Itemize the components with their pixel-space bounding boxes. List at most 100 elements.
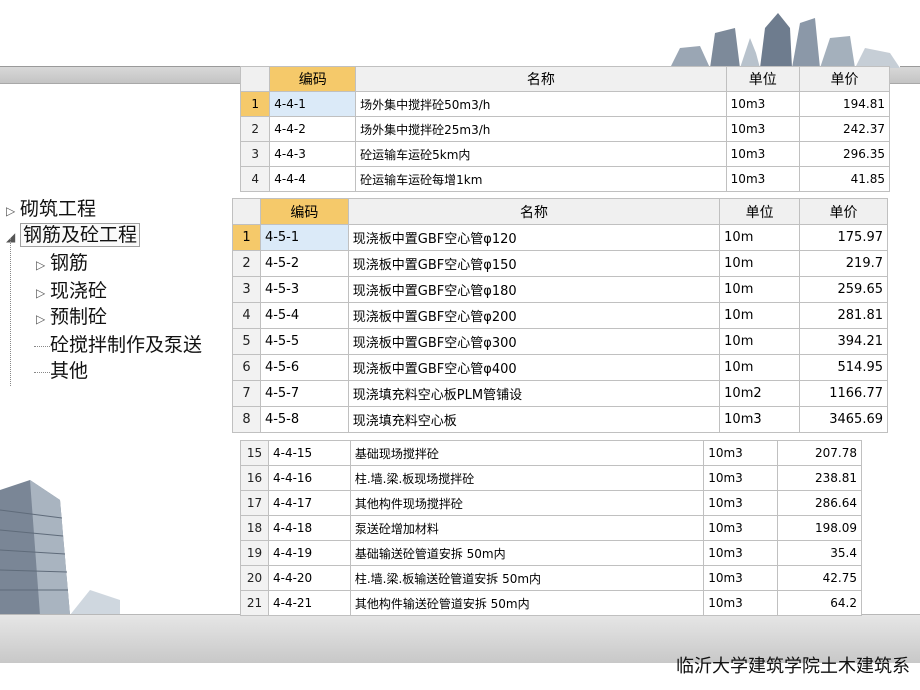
- cell-code[interactable]: 4-4-16: [267, 465, 351, 491]
- table-row[interactable]: 2 4-5-2 现浇板中置GBF空心管φ150 10m 219.7: [232, 250, 888, 277]
- table-row[interactable]: 16 4-4-16 柱.墙.梁.板现场搅拌砼 10m3 238.81: [240, 465, 862, 491]
- cell-code[interactable]: 4-5-4: [259, 302, 349, 329]
- cell-unit[interactable]: 10m3: [703, 465, 779, 491]
- table-row[interactable]: 7 4-5-7 现浇填充料空心板PLM管铺设 10m2 1166.77: [232, 380, 888, 407]
- cell-name[interactable]: 砼运输车运砼每增1km: [355, 166, 727, 192]
- table-row[interactable]: 3 4-5-3 现浇板中置GBF空心管φ180 10m 259.65: [232, 276, 888, 303]
- column-header-price[interactable]: 单价: [799, 198, 888, 225]
- cell-code[interactable]: 4-4-19: [267, 540, 351, 566]
- table-row[interactable]: 6 4-5-6 现浇板中置GBF空心管φ400 10m 514.95: [232, 354, 888, 381]
- cell-code[interactable]: 4-4-20: [267, 565, 351, 591]
- cell-price[interactable]: 394.21: [799, 328, 888, 355]
- table-row[interactable]: 4 4-4-4 砼运输车运砼每增1km 10m3 41.85: [239, 166, 891, 192]
- cell-code[interactable]: 4-4-1: [269, 91, 357, 117]
- cell-unit[interactable]: 10m: [719, 328, 801, 355]
- column-header-code[interactable]: 编码: [259, 198, 349, 225]
- cell-price[interactable]: 41.85: [798, 166, 891, 192]
- expand-triangle-icon[interactable]: ▷: [6, 198, 20, 224]
- cell-price[interactable]: 42.75: [777, 565, 862, 591]
- cell-code[interactable]: 4-4-4: [269, 166, 357, 192]
- cell-unit[interactable]: 10m: [719, 302, 801, 329]
- tree-item-other[interactable]: 其他: [50, 358, 88, 384]
- cell-code[interactable]: 4-5-7: [259, 380, 349, 407]
- cell-price[interactable]: 242.37: [798, 116, 891, 142]
- table-row[interactable]: 4 4-5-4 现浇板中置GBF空心管φ200 10m 281.81: [232, 302, 888, 329]
- cell-price[interactable]: 259.65: [799, 276, 888, 303]
- tree-item-rebar[interactable]: ▷ 钢筋: [36, 250, 88, 278]
- expand-triangle-icon[interactable]: ▷: [36, 280, 50, 306]
- table-row[interactable]: 19 4-4-19 基础输送砼管道安拆 50m内 10m3 35.4: [240, 540, 862, 566]
- cell-name[interactable]: 现浇板中置GBF空心管φ200: [347, 302, 721, 329]
- expand-triangle-icon[interactable]: ▷: [36, 252, 50, 278]
- table-row[interactable]: 5 4-5-5 现浇板中置GBF空心管φ300 10m 394.21: [232, 328, 888, 355]
- cell-price[interactable]: 514.95: [799, 354, 888, 381]
- cell-code[interactable]: 4-4-18: [267, 515, 351, 541]
- cell-price[interactable]: 281.81: [799, 302, 888, 329]
- collapse-triangle-icon[interactable]: ◢: [6, 224, 20, 250]
- cell-unit[interactable]: 10m3: [703, 540, 779, 566]
- cell-code[interactable]: 4-4-21: [267, 590, 351, 616]
- table-row[interactable]: 17 4-4-17 其他构件现场搅拌砼 10m3 286.64: [240, 490, 862, 516]
- cell-name[interactable]: 现浇板中置GBF空心管φ400: [347, 354, 721, 381]
- cell-code[interactable]: 4-5-5: [259, 328, 349, 355]
- cell-unit[interactable]: 10m: [719, 276, 801, 303]
- cell-unit[interactable]: 10m3: [725, 166, 800, 192]
- cell-unit[interactable]: 10m3: [725, 116, 800, 142]
- tree-item-cast-in-place[interactable]: ▷ 现浇砼: [36, 278, 107, 306]
- table-row[interactable]: 18 4-4-18 泵送砼增加材料 10m3 198.09: [240, 515, 862, 541]
- cell-unit[interactable]: 10m3: [703, 440, 779, 466]
- column-header-unit[interactable]: 单位: [725, 66, 800, 92]
- cell-code[interactable]: 4-4-15: [267, 440, 351, 466]
- expand-triangle-icon[interactable]: ▷: [36, 306, 50, 332]
- table-row[interactable]: 15 4-4-15 基础现场搅拌砼 10m3 207.78: [240, 440, 862, 466]
- cell-unit[interactable]: 10m3: [725, 91, 800, 117]
- cell-price[interactable]: 219.7: [799, 250, 888, 277]
- cell-price[interactable]: 207.78: [777, 440, 862, 466]
- cell-name[interactable]: 场外集中搅拌砼50m3/h: [355, 91, 727, 117]
- cell-unit[interactable]: 10m: [719, 354, 801, 381]
- cell-unit[interactable]: 10m3: [725, 141, 800, 167]
- cell-unit[interactable]: 10m3: [703, 515, 779, 541]
- cell-name[interactable]: 现浇板中置GBF空心管φ150: [347, 250, 721, 277]
- tree-item-rebar-concrete[interactable]: ◢ 钢筋及砼工程: [6, 222, 141, 250]
- table-row[interactable]: 3 4-4-3 砼运输车运砼5km内 10m3 296.35: [239, 141, 891, 167]
- table-row[interactable]: 1 4-5-1 现浇板中置GBF空心管φ120 10m 175.97: [232, 224, 888, 251]
- cell-unit[interactable]: 10m3: [719, 406, 801, 433]
- cell-price[interactable]: 35.4: [777, 540, 862, 566]
- cell-name[interactable]: 其他构件输送砼管道安拆 50m内: [349, 590, 705, 616]
- cell-price[interactable]: 64.2: [777, 590, 862, 616]
- column-header-unit[interactable]: 单位: [719, 198, 801, 225]
- table-row[interactable]: 21 4-4-21 其他构件输送砼管道安拆 50m内 10m3 64.2: [240, 590, 862, 616]
- column-header-name[interactable]: 名称: [355, 66, 727, 92]
- cell-code[interactable]: 4-4-2: [269, 116, 357, 142]
- table-row[interactable]: 8 4-5-8 现浇填充料空心板 10m3 3465.69: [232, 406, 888, 433]
- cell-code[interactable]: 4-5-8: [259, 406, 349, 433]
- cell-price[interactable]: 198.09: [777, 515, 862, 541]
- cell-code[interactable]: 4-5-1: [259, 224, 349, 251]
- cell-name[interactable]: 基础输送砼管道安拆 50m内: [349, 540, 705, 566]
- cell-name[interactable]: 基础现场搅拌砼: [349, 440, 705, 466]
- cell-name[interactable]: 泵送砼增加材料: [349, 515, 705, 541]
- cell-code[interactable]: 4-5-3: [259, 276, 349, 303]
- cell-name[interactable]: 现浇板中置GBF空心管φ180: [347, 276, 721, 303]
- cell-code[interactable]: 4-5-6: [259, 354, 349, 381]
- cell-name[interactable]: 现浇填充料空心板PLM管铺设: [347, 380, 721, 407]
- cell-name[interactable]: 现浇填充料空心板: [347, 406, 721, 433]
- cell-price[interactable]: 3465.69: [799, 406, 888, 433]
- cell-price[interactable]: 1166.77: [799, 380, 888, 407]
- column-header-code[interactable]: 编码: [269, 66, 357, 92]
- cell-price[interactable]: 194.81: [798, 91, 891, 117]
- cell-name[interactable]: 现浇板中置GBF空心管φ120: [347, 224, 721, 251]
- tree-item-precast[interactable]: ▷ 预制砼: [36, 304, 107, 332]
- cell-name[interactable]: 柱.墙.梁.板输送砼管道安拆 50m内: [349, 565, 705, 591]
- cell-name[interactable]: 砼运输车运砼5km内: [355, 141, 727, 167]
- cell-unit[interactable]: 10m3: [703, 565, 779, 591]
- cell-code[interactable]: 4-4-3: [269, 141, 357, 167]
- tree-item-masonry[interactable]: ▷ 砌筑工程: [6, 196, 96, 224]
- cell-name[interactable]: 柱.墙.梁.板现场搅拌砼: [349, 465, 705, 491]
- cell-unit[interactable]: 10m2: [719, 380, 801, 407]
- cell-unit[interactable]: 10m: [719, 224, 801, 251]
- cell-unit[interactable]: 10m3: [703, 490, 779, 516]
- cell-price[interactable]: 175.97: [799, 224, 888, 251]
- table-row[interactable]: 20 4-4-20 柱.墙.梁.板输送砼管道安拆 50m内 10m3 42.75: [240, 565, 862, 591]
